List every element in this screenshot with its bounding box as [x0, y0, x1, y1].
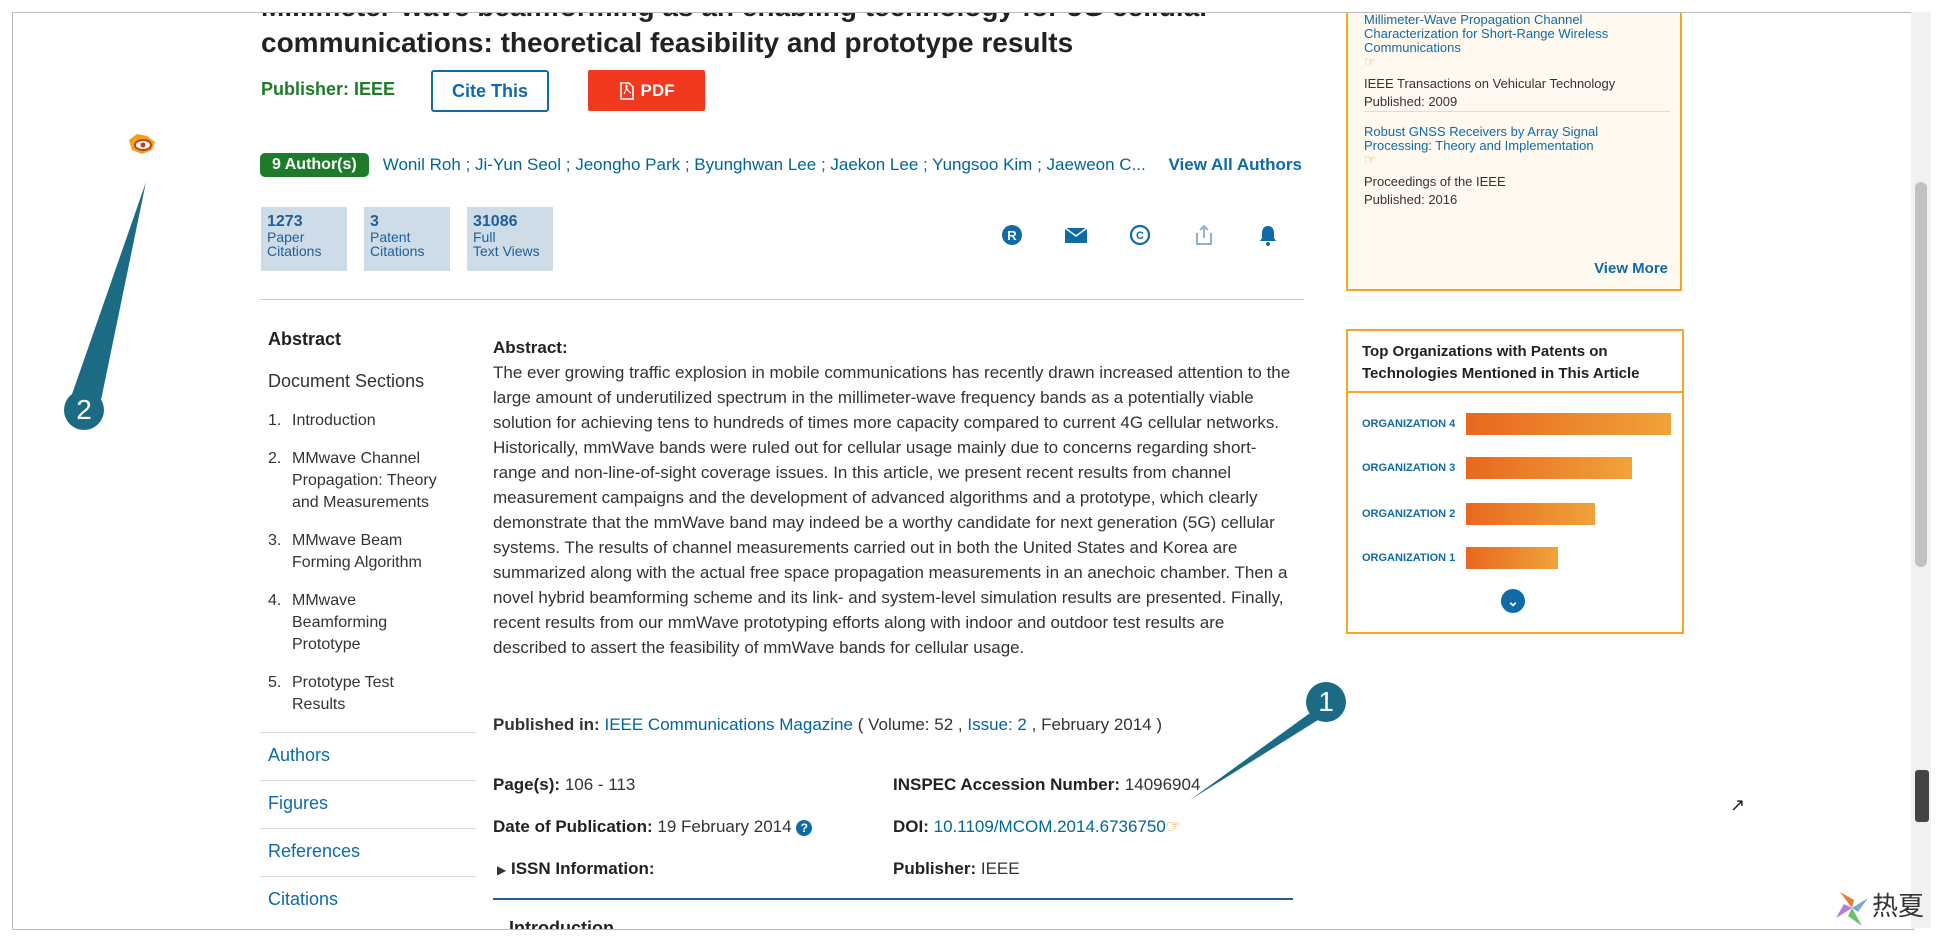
watermark-text: 热夏 [1872, 892, 1925, 922]
callout-number: 2 [64, 390, 104, 430]
eye-marker-icon [126, 132, 158, 163]
callout-number: 1 [1306, 682, 1346, 722]
watermark-logo: 热夏 [1832, 886, 1924, 930]
callout-overlays [70, 182, 1328, 800]
pinwheel-icon [1836, 892, 1868, 926]
